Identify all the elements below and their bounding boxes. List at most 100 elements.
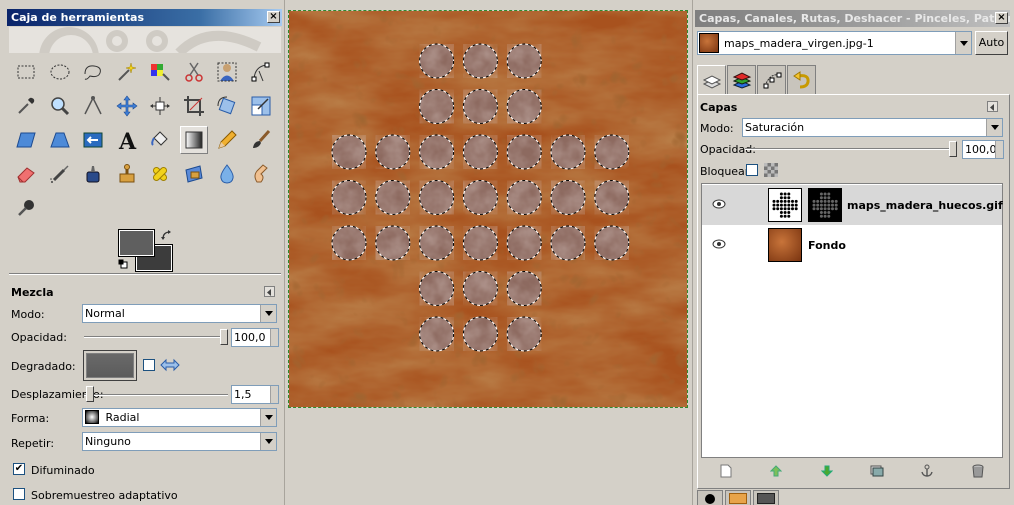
tab-paths[interactable] — [757, 65, 786, 94]
layer-opacity-value: 100,0 — [965, 143, 997, 156]
blur-tool-button[interactable] — [213, 160, 241, 188]
layer-list[interactable]: maps_madera_huecos.gif Fondo — [701, 183, 1003, 458]
separator — [9, 273, 281, 275]
layer-opacity-slider-track[interactable] — [745, 148, 957, 150]
tab-undo[interactable] — [787, 65, 816, 94]
close-icon[interactable]: × — [267, 11, 280, 23]
scale-tool-button[interactable] — [247, 92, 275, 120]
opacity-label: Opacidad: — [11, 331, 67, 344]
wood-texture-image[interactable] — [289, 11, 687, 407]
layer-row[interactable]: Fondo — [702, 225, 1002, 265]
dodge-burn-tool-button[interactable] — [12, 194, 40, 222]
reverse-arrows-icon[interactable] — [160, 358, 180, 372]
layer-opacity-spinbox[interactable]: 100,0 — [962, 140, 1004, 159]
tab-channels[interactable] — [727, 65, 756, 94]
foreground-color[interactable] — [118, 229, 155, 257]
close-icon[interactable]: × — [995, 12, 1008, 24]
panel-menu-icon[interactable] — [987, 101, 998, 112]
new-layer-button[interactable] — [718, 463, 734, 479]
opacity-slider-track[interactable] — [84, 336, 228, 338]
color-picker-tool-button[interactable] — [12, 92, 40, 120]
ellipse-select-tool-button[interactable] — [46, 58, 74, 86]
pencil-tool-button[interactable] — [213, 126, 241, 154]
measure-tool-button[interactable] — [79, 92, 107, 120]
repeat-value: Ninguno — [85, 435, 131, 448]
image-select[interactable]: maps_madera_virgen.jpg-1 — [697, 31, 972, 55]
flip-tool-button[interactable] — [79, 126, 107, 154]
fuzzy-select-tool-button[interactable] — [113, 58, 141, 86]
raise-layer-button[interactable] — [768, 463, 784, 479]
eye-icon[interactable] — [712, 239, 726, 249]
gradient-reverse-checkbox[interactable] — [143, 359, 155, 371]
free-select-tool-button[interactable] — [79, 58, 107, 86]
clone-tool-button[interactable] — [113, 160, 141, 188]
tab-layers[interactable] — [697, 65, 726, 95]
gradient-icon — [757, 493, 775, 504]
dither-checkbox[interactable]: ✔ — [13, 463, 25, 475]
layer-thumbnail[interactable] — [768, 228, 802, 262]
duplicate-layer-icon — [870, 465, 884, 477]
rotate-icon — [217, 96, 236, 115]
align-tool-button[interactable] — [146, 92, 174, 120]
layer-mode-select[interactable]: Saturación — [742, 118, 1003, 137]
spin-buttons-icon[interactable] — [270, 386, 278, 403]
panel-menu-icon[interactable] — [264, 286, 275, 297]
offset-spinbox[interactable]: 1,5 — [231, 385, 279, 404]
opacity-slider-thumb[interactable] — [220, 329, 228, 345]
reset-colors-icon[interactable] — [118, 259, 128, 269]
shear-tool-button[interactable] — [12, 126, 40, 154]
offset-slider-thumb[interactable] — [86, 386, 95, 402]
offset-slider-track[interactable] — [84, 394, 228, 396]
rect-select-tool-button[interactable] — [12, 58, 40, 86]
scissors-select-tool-button[interactable] — [180, 58, 208, 86]
select-by-color-tool-button[interactable] — [146, 58, 174, 86]
zoom-tool-button[interactable] — [46, 92, 74, 120]
paintbrush-tool-button[interactable] — [247, 126, 275, 154]
eye-icon[interactable] — [712, 199, 726, 209]
wilber-drop-area[interactable] — [9, 27, 281, 53]
channels-tab-icon — [732, 72, 751, 89]
move-tool-button[interactable] — [113, 92, 141, 120]
layer-row[interactable]: maps_madera_huecos.gif — [702, 185, 1003, 225]
rotate-tool-button[interactable] — [213, 92, 241, 120]
smudge-tool-button[interactable] — [247, 160, 275, 188]
layer-mask-thumbnail[interactable] — [808, 188, 842, 222]
repeat-select[interactable]: Ninguno — [82, 432, 277, 451]
foreground-select-tool-button[interactable] — [213, 58, 241, 86]
crop-tool-button[interactable] — [180, 92, 208, 120]
dock-titlebar[interactable]: Capas, Canales, Rutas, Deshacer - Pincel… — [695, 10, 1010, 27]
adaptive-supersampling-checkbox[interactable] — [13, 488, 25, 500]
auto-button[interactable]: Auto — [975, 31, 1008, 55]
tab-gradients[interactable] — [753, 490, 779, 505]
spin-buttons-icon[interactable] — [270, 329, 278, 346]
eraser-tool-button[interactable] — [12, 160, 40, 188]
blend-tool-button[interactable] — [179, 126, 208, 154]
perspective-tool-button[interactable] — [46, 126, 74, 154]
spin-buttons-icon[interactable] — [995, 141, 1003, 158]
image-canvas[interactable] — [288, 10, 688, 408]
layer-thumbnail[interactable] — [768, 188, 802, 222]
tab-brushes[interactable] — [697, 490, 723, 505]
duplicate-layer-button[interactable] — [869, 463, 885, 479]
tab-patterns[interactable] — [725, 490, 751, 505]
swap-colors-icon[interactable] — [161, 230, 173, 242]
measure-icon — [84, 96, 102, 115]
shape-select[interactable]: Radial — [82, 408, 277, 427]
airbrush-tool-button[interactable] — [46, 160, 74, 188]
image-canvas-area[interactable] — [286, 0, 692, 505]
perspective-clone-tool-button[interactable] — [180, 160, 208, 188]
gradient-preview[interactable] — [83, 350, 137, 381]
layer-opacity-slider-thumb[interactable] — [949, 141, 957, 157]
anchor-layer-button[interactable] — [919, 463, 935, 479]
delete-layer-button[interactable] — [970, 463, 986, 479]
lock-alpha-checkbox[interactable] — [746, 164, 758, 176]
paths-tool-button[interactable] — [247, 58, 275, 86]
bucket-fill-tool-button[interactable] — [146, 126, 174, 154]
lower-layer-button[interactable] — [819, 463, 835, 479]
opacity-spinbox[interactable]: 100,0 — [231, 328, 279, 347]
ink-tool-button[interactable] — [79, 160, 107, 188]
mode-select[interactable]: Normal — [82, 304, 277, 323]
toolbox-titlebar[interactable]: Caja de herramientas × — [7, 9, 282, 26]
heal-tool-button[interactable] — [146, 160, 174, 188]
text-tool-button[interactable]: A — [113, 126, 141, 154]
